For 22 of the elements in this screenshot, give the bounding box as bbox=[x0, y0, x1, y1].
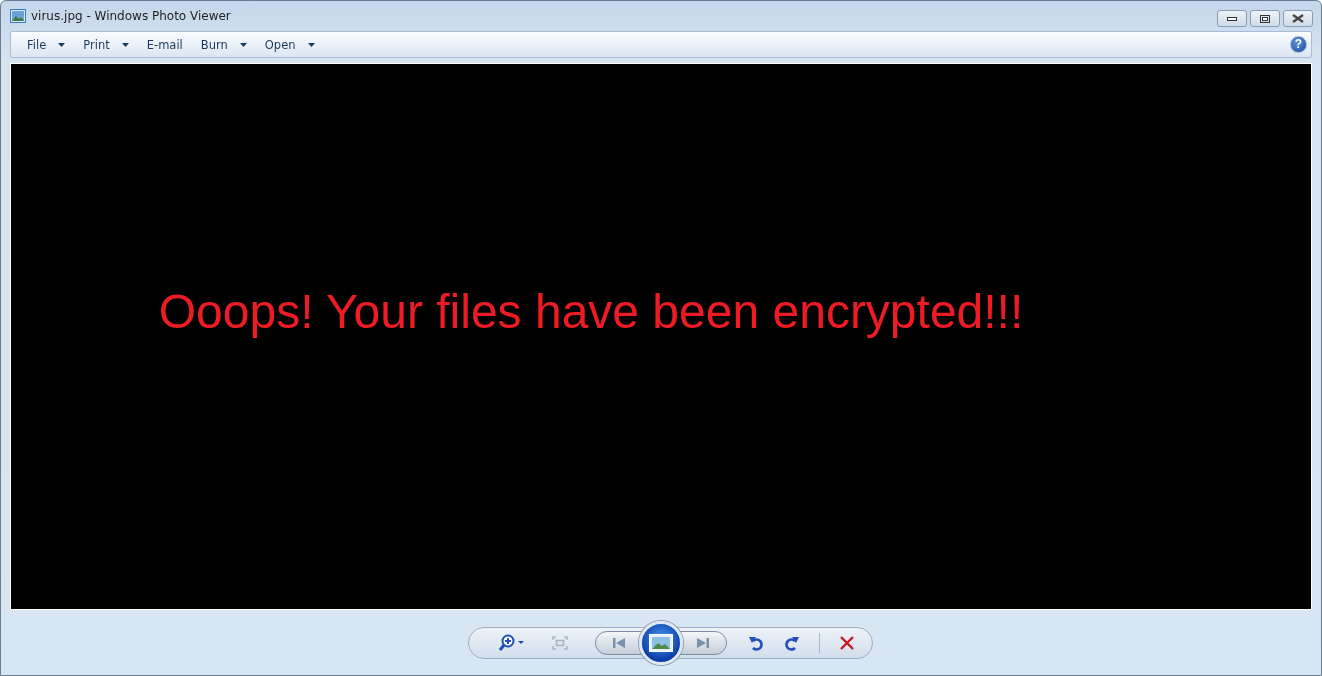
menu-item[interactable]: Open bbox=[256, 34, 323, 55]
close-button[interactable] bbox=[1283, 10, 1313, 27]
help-button[interactable]: ? bbox=[1290, 36, 1307, 53]
menu-item[interactable]: File bbox=[19, 34, 74, 55]
next-icon bbox=[694, 636, 711, 649]
menu-item[interactable]: Burn bbox=[192, 34, 255, 55]
previous-icon bbox=[610, 636, 627, 649]
zoom-icon bbox=[498, 633, 525, 652]
menu-item[interactable]: Print bbox=[75, 34, 137, 55]
delete-icon bbox=[838, 634, 855, 651]
menu-item[interactable]: E-mail bbox=[138, 34, 191, 55]
window-title: virus.jpg - Windows Photo Viewer bbox=[31, 9, 231, 23]
picture-icon bbox=[10, 9, 26, 23]
minimize-icon bbox=[1227, 16, 1237, 21]
close-icon bbox=[1292, 14, 1304, 23]
slideshow-button[interactable] bbox=[638, 620, 683, 665]
image-text: Ooops! Your files have been encrypted!!! bbox=[158, 284, 1024, 339]
maximize-icon bbox=[1260, 14, 1270, 23]
maximize-button[interactable] bbox=[1250, 10, 1280, 27]
slideshow-icon bbox=[648, 633, 673, 652]
fit-icon bbox=[551, 635, 568, 650]
minimize-button[interactable] bbox=[1217, 10, 1247, 27]
